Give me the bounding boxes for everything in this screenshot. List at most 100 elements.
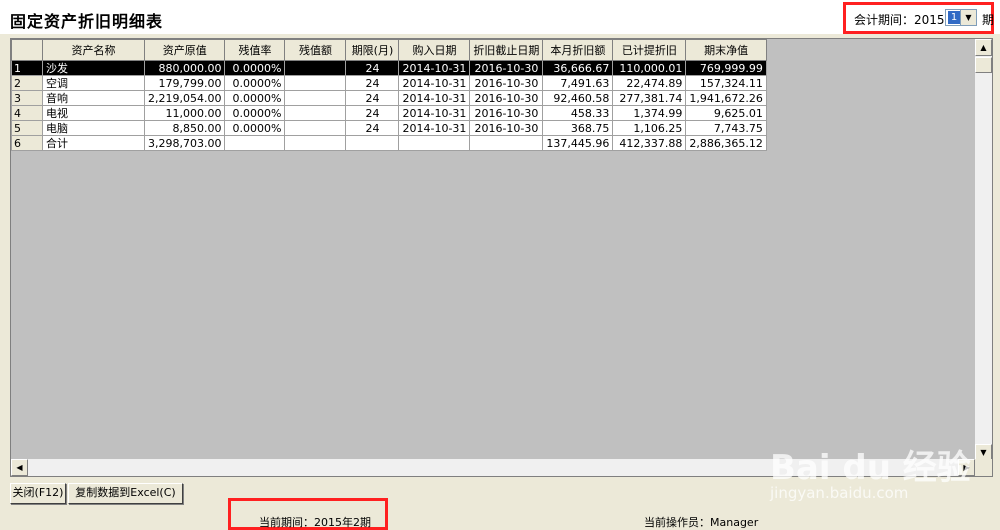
cell-monthly-depreciation[interactable]: 36,666.67 [542,60,614,76]
cell-residual-rate[interactable]: 0.0000% [224,75,286,91]
cell-depreciation-end[interactable]: 2016-10-30 [469,90,544,106]
watermark-url: jingyan.baidu.com [770,484,909,502]
cell-net-value[interactable]: 157,324.11 [685,75,767,91]
cell-depreciation-end[interactable]: 2016-10-30 [469,75,544,91]
cell-residual-amount[interactable] [284,90,347,106]
row-number[interactable]: 5 [11,120,43,136]
cell-residual-rate[interactable] [224,135,286,151]
cell-residual-amount[interactable] [284,135,347,151]
cell-monthly-depreciation[interactable]: 458.33 [542,105,614,121]
table-row[interactable]: 5 电脑 8,850.00 0.0000% 24 2014-10-31 2016… [11,120,767,136]
col-header-accumulated[interactable]: 已计提折旧 [612,39,687,61]
cell-term[interactable]: 24 [345,105,400,121]
table-row[interactable]: 2 空调 179,799.00 0.0000% 24 2014-10-31 20… [11,75,767,91]
copy-to-excel-button[interactable]: 复制数据到Excel(C) [68,483,183,504]
cell-accumulated[interactable]: 1,374.99 [612,105,687,121]
cell-net-value[interactable]: 769,999.99 [685,60,767,76]
table-row[interactable]: 3 音响 2,219,054.00 0.0000% 24 2014-10-31 … [11,90,767,106]
period-dropdown[interactable]: 1 ▼ [945,9,977,26]
cell-residual-rate[interactable]: 0.0000% [224,120,286,136]
cell-term[interactable]: 24 [345,90,400,106]
cell-purchase-date[interactable]: 2014-10-31 [398,105,471,121]
cell-residual-rate[interactable]: 0.0000% [224,90,286,106]
cell-net-value[interactable]: 2,886,365.12 [685,135,767,151]
col-header-original-value[interactable]: 资产原值 [143,39,226,61]
cell-residual-amount[interactable] [284,75,347,91]
table-row-total[interactable]: 6 合计 3,298,703.00 137,445.96 412,337.88 … [11,135,767,151]
row-number[interactable]: 3 [11,90,43,106]
table-row[interactable]: 4 电视 11,000.00 0.0000% 24 2014-10-31 201… [11,105,767,121]
col-header-purchase-date[interactable]: 购入日期 [398,39,471,61]
row-number[interactable]: 2 [11,75,43,91]
vertical-scrollbar[interactable]: ▲ ▼ [974,39,992,461]
col-header-residual-rate[interactable]: 残值率 [224,39,286,61]
cell-net-value[interactable]: 7,743.75 [685,120,767,136]
cell-depreciation-end[interactable] [469,135,544,151]
cell-original-value[interactable]: 11,000.00 [143,105,226,121]
cell-original-value[interactable]: 2,219,054.00 [143,90,226,106]
cell-purchase-date[interactable]: 2014-10-31 [398,120,471,136]
cell-purchase-date[interactable]: 2014-10-31 [398,60,471,76]
chevron-down-icon[interactable]: ▼ [960,10,976,25]
cell-term[interactable]: 24 [345,60,400,76]
cell-accumulated[interactable]: 277,381.74 [612,90,687,106]
cell-net-value[interactable]: 1,941,672.26 [685,90,767,106]
watermark: Bai du 经验 jingyan.baidu.com [760,420,990,520]
cell-original-value[interactable]: 880,000.00 [143,60,226,76]
watermark-logo: Bai du 经验 [770,448,971,488]
cell-term[interactable] [345,135,400,151]
col-header-depreciation-end[interactable]: 折旧截止日期 [469,39,544,61]
cell-residual-amount[interactable] [284,105,347,121]
col-header-net-value[interactable]: 期末净值 [685,39,767,61]
scroll-thumb[interactable] [975,57,992,73]
page-title: 固定资产折旧明细表 [10,12,164,31]
cell-accumulated[interactable]: 22,474.89 [612,75,687,91]
cell-asset-name[interactable]: 沙发 [42,60,145,76]
cell-asset-name[interactable]: 空调 [42,75,145,91]
cell-accumulated[interactable]: 412,337.88 [612,135,687,151]
period-label: 会计期间：2015年 [854,13,957,27]
cell-purchase-date[interactable] [398,135,471,151]
col-header-monthly-depreciation[interactable]: 本月折旧额 [542,39,614,61]
cell-depreciation-end[interactable]: 2016-10-30 [469,60,544,76]
close-button[interactable]: 关闭(F12) [10,483,66,504]
cell-asset-name[interactable]: 合计 [42,135,145,151]
scroll-left-icon[interactable]: ◀ [11,459,28,476]
cell-net-value[interactable]: 9,625.01 [685,105,767,121]
cell-residual-amount[interactable] [284,120,347,136]
cell-asset-name[interactable]: 电视 [42,105,145,121]
cell-accumulated[interactable]: 1,106.25 [612,120,687,136]
title-bar: 固定资产折旧明细表 会计期间：2015年 1 ▼ 期 [0,0,1000,34]
cell-monthly-depreciation[interactable]: 137,445.96 [542,135,614,151]
cell-monthly-depreciation[interactable]: 92,460.58 [542,90,614,106]
cell-term[interactable]: 24 [345,120,400,136]
row-number[interactable]: 6 [11,135,43,151]
cell-original-value[interactable]: 8,850.00 [143,120,226,136]
cell-original-value[interactable]: 3,298,703.00 [143,135,226,151]
cell-monthly-depreciation[interactable]: 368.75 [542,120,614,136]
cell-residual-amount[interactable] [284,60,347,76]
cell-asset-name[interactable]: 音响 [42,90,145,106]
cell-purchase-date[interactable]: 2014-10-31 [398,90,471,106]
period-suffix: 期 [982,13,995,27]
row-header-corner [11,39,43,61]
cell-residual-rate[interactable]: 0.0000% [224,105,286,121]
cell-residual-rate[interactable]: 0.0000% [224,60,286,76]
cell-accumulated[interactable]: 110,000.01 [612,60,687,76]
cell-asset-name[interactable]: 电脑 [42,120,145,136]
scroll-up-icon[interactable]: ▲ [975,39,992,56]
cell-depreciation-end[interactable]: 2016-10-30 [469,120,544,136]
col-header-residual-amount[interactable]: 残值额 [284,39,347,61]
col-header-term[interactable]: 期限(月) [345,39,400,61]
cell-depreciation-end[interactable]: 2016-10-30 [469,105,544,121]
cell-monthly-depreciation[interactable]: 7,491.63 [542,75,614,91]
depreciation-table: 资产名称 资产原值 残值率 残值额 期限(月) 购入日期 折旧截止日期 本月折旧… [11,39,767,151]
cell-original-value[interactable]: 179,799.00 [143,75,226,91]
data-grid[interactable]: 资产名称 资产原值 残值率 残值额 期限(月) 购入日期 折旧截止日期 本月折旧… [10,38,993,477]
cell-purchase-date[interactable]: 2014-10-31 [398,75,471,91]
table-row[interactable]: 1 沙发 880,000.00 0.0000% 24 2014-10-31 20… [11,60,767,76]
col-header-asset-name[interactable]: 资产名称 [42,39,145,61]
cell-term[interactable]: 24 [345,75,400,91]
row-number[interactable]: 1 [11,60,43,76]
row-number[interactable]: 4 [11,105,43,121]
